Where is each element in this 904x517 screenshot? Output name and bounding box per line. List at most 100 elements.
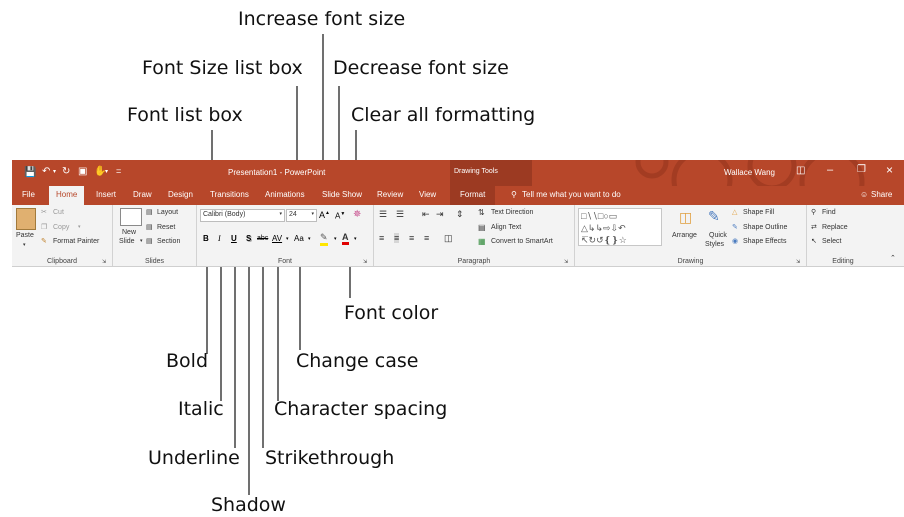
line-spacing-icon[interactable]: ⇕ <box>456 209 464 220</box>
layout-button[interactable]: Layout <box>157 209 178 216</box>
touch-dropdown-icon[interactable]: ▾ <box>105 168 108 175</box>
customize-qat-button[interactable]: = <box>116 166 121 176</box>
tab-view[interactable]: View <box>419 190 436 199</box>
clear-formatting-icon[interactable]: ✵ <box>353 209 361 220</box>
decrease-font-size-button[interactable]: A▼ <box>335 211 345 221</box>
bullets-icon[interactable]: ☰ <box>379 209 387 220</box>
shape-outline-button[interactable]: Shape Outline <box>743 224 787 231</box>
paste-icon[interactable] <box>16 208 36 230</box>
document-title: Presentation1 - PowerPoint <box>228 168 326 177</box>
new-slide-icon[interactable] <box>120 208 142 226</box>
paste-dropdown-icon[interactable]: ▾ <box>23 242 26 248</box>
format-painter-button[interactable]: Format Painter <box>53 238 99 245</box>
tab-file[interactable]: File <box>22 190 35 199</box>
redo-icon[interactable]: ↻ <box>62 166 70 177</box>
character-spacing-button[interactable]: AV <box>272 234 282 243</box>
copy-button[interactable]: Copy <box>53 224 69 231</box>
font-name-box[interactable]: Calibri (Body) ▾ <box>200 209 285 222</box>
section-icon: ▤ <box>146 238 153 245</box>
shape-fill-icon: △ <box>732 209 738 216</box>
increase-font-size-button[interactable]: A▲ <box>319 210 330 220</box>
copy-dropdown-icon[interactable]: ▾ <box>78 224 81 230</box>
highlight-dropdown-icon[interactable]: ▾ <box>334 236 337 242</box>
highlight-icon[interactable]: ✎ <box>320 232 328 246</box>
clipboard-group-label: Clipboard <box>47 258 77 265</box>
underline-button[interactable]: U <box>231 234 237 243</box>
tab-design[interactable]: Design <box>168 190 193 199</box>
convert-smartart-button[interactable]: Convert to SmartArt <box>491 238 553 245</box>
font-name-dropdown-icon[interactable]: ▾ <box>279 211 282 217</box>
shadow-button[interactable]: S <box>246 234 251 243</box>
reset-button[interactable]: Reset <box>157 224 175 231</box>
new-slide-label-2[interactable]: Slide <box>119 238 135 245</box>
tab-animations[interactable]: Animations <box>265 190 305 199</box>
font-launcher-icon[interactable]: ⇲ <box>363 259 367 265</box>
section-button[interactable]: Section <box>157 238 180 245</box>
align-center-icon[interactable]: ≡ <box>394 233 400 243</box>
new-slide-label-1[interactable]: New <box>122 229 136 236</box>
format-painter-icon: ✎ <box>41 238 47 245</box>
tab-insert[interactable]: Insert <box>96 190 116 199</box>
ribbon-display-options-icon[interactable]: ◫ <box>796 165 805 176</box>
increase-indent-icon[interactable]: ⇥ <box>436 209 444 220</box>
replace-icon: ⇄ <box>811 224 817 231</box>
close-icon[interactable]: × <box>886 163 893 177</box>
character-spacing-dropdown-icon[interactable]: ▾ <box>286 236 289 242</box>
font-size-box[interactable]: 24 ▾ <box>286 209 317 222</box>
select-button[interactable]: Select <box>822 238 841 245</box>
paste-button[interactable]: Paste <box>16 232 34 239</box>
change-case-dropdown-icon[interactable]: ▾ <box>308 236 311 242</box>
align-right-icon[interactable]: ≡ <box>409 233 414 243</box>
tab-draw[interactable]: Draw <box>133 190 152 199</box>
font-size-value: 24 <box>289 211 297 218</box>
tab-transitions[interactable]: Transitions <box>210 190 249 199</box>
find-button[interactable]: Find <box>822 209 836 216</box>
replace-button[interactable]: Replace <box>822 224 848 231</box>
restore-icon[interactable]: ❐ <box>857 164 866 175</box>
tab-slide-show[interactable]: Slide Show <box>322 190 362 199</box>
tab-review[interactable]: Review <box>377 190 403 199</box>
tab-home[interactable]: Home <box>49 186 85 205</box>
quick-styles-label-1[interactable]: Quick <box>709 232 727 239</box>
user-name[interactable]: Wallace Wang <box>724 168 775 177</box>
tab-format[interactable]: Format <box>450 186 496 205</box>
shape-effects-button[interactable]: Shape Effects <box>743 238 786 245</box>
arrange-button[interactable]: Arrange <box>672 232 697 239</box>
columns-icon[interactable]: ◫ <box>444 233 453 244</box>
cut-icon: ✂ <box>41 209 47 216</box>
strikethrough-button[interactable]: abc <box>257 235 268 242</box>
paragraph-launcher-icon[interactable]: ⇲ <box>564 259 568 265</box>
save-icon[interactable]: 💾 <box>24 167 36 178</box>
undo-icon[interactable]: ↶ <box>42 166 50 177</box>
start-from-beginning-icon[interactable]: ▣ <box>78 166 87 177</box>
cut-button[interactable]: Cut <box>53 209 64 216</box>
collapse-ribbon-icon[interactable]: ⌃ <box>890 254 896 262</box>
align-left-icon[interactable]: ≡ <box>379 233 384 243</box>
align-text-button[interactable]: Align Text <box>491 224 521 231</box>
arrange-icon[interactable]: ◫ <box>679 209 692 226</box>
italic-button[interactable]: I <box>218 234 221 243</box>
shape-fill-button[interactable]: Shape Fill <box>743 209 774 216</box>
quick-styles-label-2[interactable]: Styles <box>705 241 724 248</box>
decrease-indent-icon[interactable]: ⇤ <box>422 209 430 220</box>
font-color-dropdown-icon[interactable]: ▾ <box>354 236 357 242</box>
share-icon[interactable]: ☺ <box>860 190 868 199</box>
clipboard-launcher-icon[interactable]: ⇲ <box>102 259 106 265</box>
text-direction-button[interactable]: Text Direction <box>491 209 533 216</box>
minimize-icon[interactable]: – <box>827 164 833 176</box>
drawing-group: □∖∖□○▭ △↳↳⇨⇩↶ ↸↻↺❴❵☆ ◫ Arrange ✎ Quick Sty… <box>575 205 807 266</box>
drawing-launcher-icon[interactable]: ⇲ <box>796 259 800 265</box>
undo-dropdown-icon[interactable]: ▾ <box>53 168 56 175</box>
tell-me-search[interactable]: Tell me what you want to do <box>522 190 621 199</box>
quick-styles-icon[interactable]: ✎ <box>708 208 720 225</box>
font-color-button[interactable]: A <box>342 232 349 245</box>
justify-icon[interactable]: ≡ <box>424 233 429 243</box>
numbering-icon[interactable]: ☰ <box>396 209 404 220</box>
new-slide-dropdown-icon[interactable]: ▾ <box>140 238 143 244</box>
shapes-gallery[interactable]: □∖∖□○▭ △↳↳⇨⇩↶ ↸↻↺❴❵☆ <box>578 208 662 246</box>
share-button[interactable]: Share <box>871 190 892 199</box>
bold-button[interactable]: B <box>203 234 209 243</box>
align-text-icon: ▤ <box>478 223 486 232</box>
font-size-dropdown-icon[interactable]: ▾ <box>311 211 314 217</box>
change-case-button[interactable]: Aa <box>294 234 304 243</box>
